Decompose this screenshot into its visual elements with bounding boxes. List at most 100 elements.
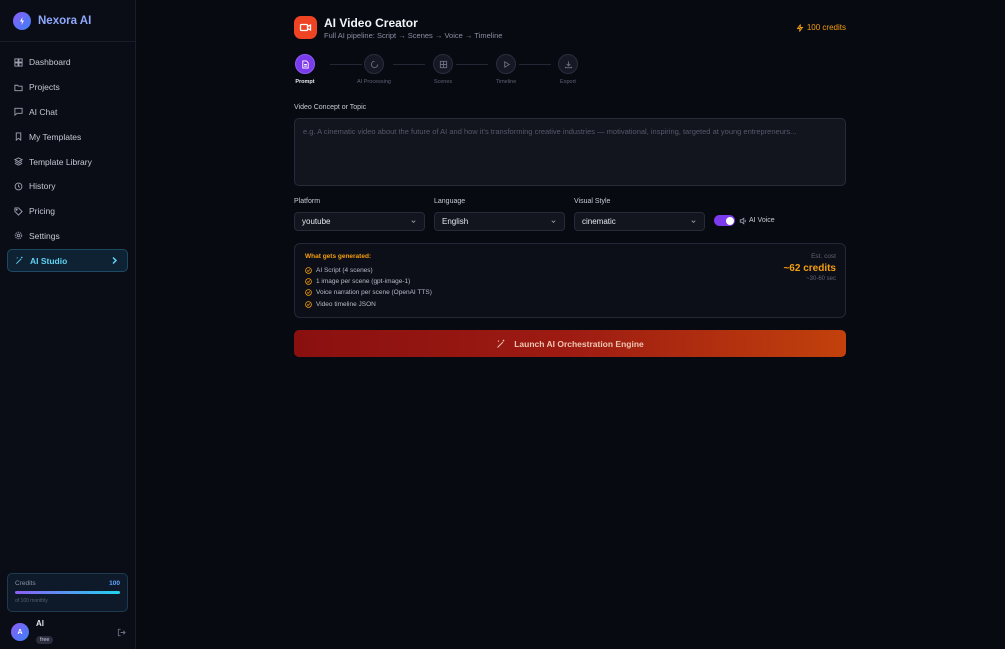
sidebar-item-label: Dashboard <box>29 57 71 68</box>
sidebar-item-projects[interactable]: Projects <box>0 75 135 100</box>
concept-textarea[interactable]: e.g. A cinematic video about the future … <box>294 118 846 186</box>
ai-voice-toggle-group: AI Voice <box>714 215 775 226</box>
bookmark-icon <box>15 132 22 142</box>
chevron-down-icon <box>691 220 696 223</box>
layers-icon <box>14 157 23 166</box>
play-icon <box>503 60 510 68</box>
check-circle-icon <box>305 278 312 286</box>
language-select[interactable]: English <box>434 212 565 231</box>
credits-label: Credits <box>15 580 36 587</box>
history-icon <box>14 182 23 191</box>
user-name: Al <box>36 618 44 628</box>
step-ai-processing[interactable]: AI Processing <box>349 54 399 85</box>
user-profile[interactable]: A Al free <box>11 618 126 644</box>
pipeline-steps: Prompt AI Processing Scenes Timeline Exp… <box>294 54 594 88</box>
chat-icon <box>14 108 23 117</box>
credits-badge-label: 100 credits <box>806 23 846 32</box>
generation-list: AI Script (4 scenes) 1 image per scene (… <box>305 265 835 310</box>
sidebar: Nexora AI Dashboard Projects AI Chat My … <box>0 0 136 649</box>
list-item: Video timeline JSON <box>305 299 835 310</box>
step-scenes[interactable]: Scenes <box>418 54 468 85</box>
spinner-icon <box>370 60 378 68</box>
launch-button-label: Launch AI Orchestration Engine <box>514 338 644 349</box>
step-timeline[interactable]: Timeline <box>481 54 531 85</box>
dashboard-icon <box>14 58 23 67</box>
credits-widget[interactable]: Credits 100 of 100 monthly <box>7 573 128 612</box>
credits-value: 100 <box>109 580 120 587</box>
step-label: AI Processing <box>357 79 391 85</box>
credits-progress-bar <box>15 591 120 594</box>
sidebar-item-settings[interactable]: Settings <box>0 224 135 249</box>
ai-voice-toggle[interactable] <box>714 215 735 226</box>
style-label: Visual Style <box>574 198 611 205</box>
credits-progress-fill <box>15 591 120 594</box>
toggle-knob <box>725 216 734 225</box>
plan-badge: free <box>36 635 54 644</box>
sidebar-item-dashboard[interactable]: Dashboard <box>0 50 135 75</box>
chevron-down-icon <box>551 220 556 223</box>
list-item: 1 image per scene (gpt-image-1) <box>305 276 835 287</box>
page-header: AI Video Creator Full AI pipeline: Scrip… <box>294 15 846 43</box>
brand-name: Nexora AI <box>38 14 92 27</box>
brand[interactable]: Nexora AI <box>0 0 135 42</box>
sidebar-item-label: Projects <box>29 82 60 93</box>
platform-select[interactable]: youtube <box>294 212 425 231</box>
language-label: Language <box>434 198 466 205</box>
logout-icon[interactable] <box>117 628 126 637</box>
step-label: Export <box>560 79 576 85</box>
sidebar-item-label: History <box>29 181 56 192</box>
platform-value: youtube <box>302 217 331 226</box>
generation-summary: What gets generated: AI Script (4 scenes… <box>294 243 846 318</box>
sidebar-item-label: Settings <box>29 230 60 241</box>
sidebar-item-label: Pricing <box>29 206 55 217</box>
sidebar-nav: Dashboard Projects AI Chat My Templates … <box>0 42 135 273</box>
download-icon <box>564 60 572 68</box>
style-select[interactable]: cinematic <box>574 212 705 231</box>
language-value: English <box>442 217 469 226</box>
style-value: cinematic <box>582 217 616 226</box>
style-group: Visual Style cinematic <box>574 198 705 231</box>
credits-badge: 100 credits <box>796 23 846 32</box>
sparkle-logo-icon <box>13 11 31 30</box>
sidebar-item-my-templates[interactable]: My Templates <box>0 124 135 149</box>
step-label: Timeline <box>495 79 517 85</box>
sidebar-item-ai-studio[interactable]: AI Studio <box>7 249 128 273</box>
sidebar-item-label: My Templates <box>29 131 82 142</box>
sidebar-item-history[interactable]: History <box>0 174 135 199</box>
sidebar-item-label: AI Studio <box>30 255 68 266</box>
chevron-right-icon <box>112 257 118 265</box>
image-icon <box>439 60 447 68</box>
lightning-icon <box>796 23 804 32</box>
step-export[interactable]: Export <box>543 54 593 85</box>
list-item: Voice narration per scene (OpenAI TTS) <box>305 287 835 298</box>
list-item-label: 1 image per scene (gpt-image-1) <box>316 278 411 286</box>
video-camera-icon <box>294 16 317 39</box>
launch-button[interactable]: Launch AI Orchestration Engine <box>294 330 846 357</box>
sidebar-item-label: AI Chat <box>29 106 58 117</box>
cost-time: ~30-60 sec <box>806 276 836 282</box>
folder-icon <box>14 84 23 91</box>
list-item-label: AI Script (4 scenes) <box>316 267 373 275</box>
page-subtitle: Full AI pipeline: Script → Scenes → Voic… <box>324 31 503 40</box>
wand-icon <box>497 339 505 348</box>
language-group: Language English <box>434 198 565 231</box>
step-label: Prompt <box>295 79 315 85</box>
cost-value: ~62 credits <box>783 263 836 274</box>
list-item-label: Video timeline JSON <box>316 300 376 308</box>
speaker-icon <box>739 216 746 225</box>
sidebar-item-ai-chat[interactable]: AI Chat <box>0 100 135 125</box>
concept-label: Video Concept or Topic <box>294 104 367 111</box>
step-prompt[interactable]: Prompt <box>280 54 330 85</box>
list-item: AI Script (4 scenes) <box>305 265 835 276</box>
wand-icon <box>16 257 23 265</box>
sidebar-item-pricing[interactable]: Pricing <box>0 199 135 224</box>
check-circle-icon <box>305 300 312 308</box>
page-title: AI Video Creator <box>324 16 418 30</box>
ai-voice-label: AI Voice <box>749 217 775 224</box>
chevron-down-icon <box>411 220 416 223</box>
sidebar-item-template-library[interactable]: Template Library <box>0 149 135 174</box>
avatar[interactable]: A <box>11 623 29 641</box>
check-circle-icon <box>305 289 312 297</box>
tag-icon <box>14 207 23 216</box>
step-label: Scenes <box>433 79 453 85</box>
